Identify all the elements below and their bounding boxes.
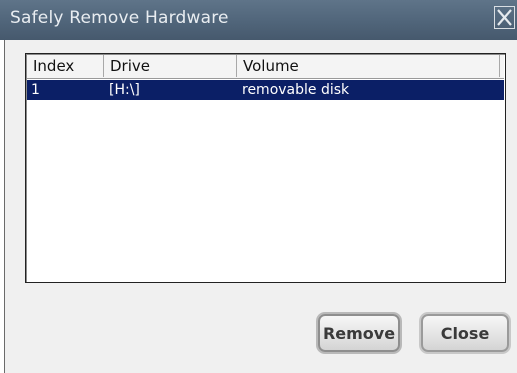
list-row-selected[interactable]: 1 [H:\] removable disk bbox=[27, 80, 504, 100]
cell-drive: [H:\] bbox=[109, 82, 140, 98]
close-button[interactable]: Close bbox=[421, 314, 509, 352]
column-header-volume[interactable]: Volume bbox=[237, 55, 500, 77]
column-header-index[interactable]: Index bbox=[27, 55, 104, 77]
device-list[interactable]: Index Drive Volume 1 [H:\] removable dis… bbox=[25, 53, 506, 283]
cell-index: 1 bbox=[31, 82, 40, 98]
column-header-drive[interactable]: Drive bbox=[104, 55, 237, 77]
cell-volume: removable disk bbox=[242, 82, 350, 98]
close-icon[interactable] bbox=[494, 6, 515, 29]
remove-button[interactable]: Remove bbox=[318, 314, 400, 352]
title-bar[interactable]: Safely Remove Hardware bbox=[0, 0, 517, 40]
list-header: Index Drive Volume bbox=[27, 55, 504, 79]
safely-remove-hardware-dialog: Safely Remove Hardware Index Drive Volum… bbox=[0, 0, 517, 373]
window-title: Safely Remove Hardware bbox=[10, 8, 229, 28]
